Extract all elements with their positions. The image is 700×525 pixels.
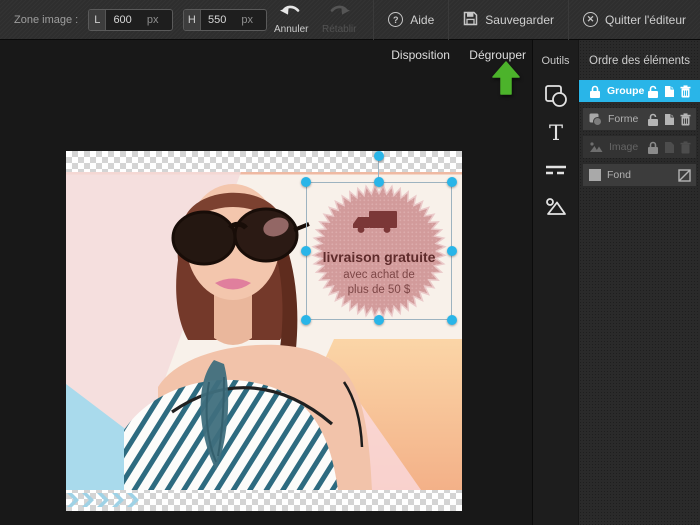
undo-button[interactable]: Annuler bbox=[267, 0, 315, 39]
svg-text:T: T bbox=[548, 121, 562, 145]
height-input[interactable]: 550 bbox=[201, 10, 241, 30]
layers-panel-title: Ordre des éléments bbox=[589, 55, 690, 67]
width-unit-label: px bbox=[146, 13, 159, 26]
selection-handle-se[interactable] bbox=[447, 315, 457, 325]
save-icon bbox=[463, 11, 478, 29]
width-field-group: L 600 px bbox=[88, 8, 173, 31]
help-icon: ? bbox=[388, 12, 404, 27]
help-button[interactable]: ? Aide bbox=[384, 0, 438, 39]
tools-title: Outils bbox=[541, 55, 570, 67]
layer-label: Image bbox=[609, 141, 639, 153]
image-tool-icon[interactable] bbox=[541, 194, 571, 220]
quit-editor-button[interactable]: ✕ Quitter l'éditeur bbox=[579, 0, 690, 39]
lines-tool-icon[interactable] bbox=[541, 157, 571, 183]
help-label: Aide bbox=[410, 12, 435, 27]
text-tool-icon[interactable]: T bbox=[541, 120, 571, 146]
close-icon: ✕ bbox=[583, 12, 598, 27]
toolbar-divider bbox=[448, 0, 450, 40]
lock-icon[interactable] bbox=[647, 141, 659, 154]
selection-handle-e[interactable] bbox=[447, 246, 457, 256]
trash-icon[interactable] bbox=[680, 140, 691, 154]
editor-main: Disposition Dégrouper livraison gratuite… bbox=[0, 40, 700, 525]
selection-handle-n[interactable] bbox=[374, 177, 384, 187]
layer-row-forme[interactable]: Forme bbox=[583, 108, 696, 130]
tools-sidebar: Outils T bbox=[532, 40, 578, 525]
transparency-icon[interactable] bbox=[678, 168, 691, 182]
duplicate-icon[interactable] bbox=[664, 85, 675, 98]
toolbar-divider bbox=[373, 0, 375, 40]
selection-handle-sw[interactable] bbox=[301, 315, 311, 325]
width-field-label: L bbox=[89, 9, 107, 30]
unlock-icon[interactable] bbox=[647, 85, 659, 98]
degrouper-button[interactable]: Dégrouper bbox=[469, 48, 526, 62]
redo-label: Rétablir bbox=[322, 24, 357, 35]
duplicate-icon[interactable] bbox=[664, 141, 675, 154]
toolbar-actions: Annuler Rétablir ? Aide Sauvegarder ✕ Qu… bbox=[267, 0, 700, 40]
top-toolbar: Zone image : L 600 px H 550 px Annuler R… bbox=[0, 0, 700, 40]
height-unit-label: px bbox=[241, 13, 254, 26]
shape-icon bbox=[589, 113, 602, 126]
toolbar-divider bbox=[568, 0, 569, 40]
width-input[interactable]: 600 bbox=[106, 10, 146, 30]
disposition-button[interactable]: Disposition bbox=[391, 48, 450, 62]
unlock-icon[interactable] bbox=[647, 113, 659, 126]
save-button[interactable]: Sauvegarder bbox=[459, 0, 558, 39]
canvas-actions-bar: Disposition Dégrouper bbox=[0, 48, 532, 62]
rotation-handle[interactable] bbox=[374, 151, 384, 161]
zone-image-label: Zone image : bbox=[14, 13, 79, 26]
save-label: Sauvegarder bbox=[485, 12, 554, 27]
green-arrow-annotation bbox=[492, 61, 520, 95]
layer-row-groupe[interactable]: Groupe bbox=[579, 80, 700, 102]
layer-label: Groupe bbox=[607, 85, 645, 97]
artboard[interactable]: livraison gratuite avec achat de plus de… bbox=[66, 151, 462, 511]
layers-panel: Ordre des éléments Groupe Forme Image Fo… bbox=[578, 40, 700, 525]
selection-handle-ne[interactable] bbox=[447, 177, 457, 187]
selection-handle-nw[interactable] bbox=[301, 177, 311, 187]
chevrons-decoration bbox=[67, 493, 139, 507]
layer-row-fond[interactable]: Fond bbox=[583, 164, 696, 186]
layer-row-image[interactable]: Image bbox=[583, 136, 696, 158]
redo-icon bbox=[328, 4, 351, 22]
selection-bounding-box[interactable] bbox=[306, 182, 452, 320]
redo-button[interactable]: Rétablir bbox=[315, 0, 363, 39]
shapes-tool-icon[interactable] bbox=[541, 83, 571, 109]
selection-handle-w[interactable] bbox=[301, 246, 311, 256]
height-field-group: H 550 px bbox=[182, 8, 268, 31]
layer-label: Forme bbox=[608, 113, 639, 125]
height-field-label: H bbox=[183, 9, 201, 30]
color-swatch bbox=[589, 169, 601, 181]
image-icon bbox=[590, 142, 603, 152]
lock-icon bbox=[590, 85, 600, 98]
selection-handle-s[interactable] bbox=[374, 315, 384, 325]
undo-icon bbox=[280, 4, 302, 22]
duplicate-icon[interactable] bbox=[664, 113, 675, 126]
layer-label: Fond bbox=[607, 169, 631, 181]
trash-icon[interactable] bbox=[680, 84, 691, 98]
undo-label: Annuler bbox=[274, 24, 309, 35]
quit-editor-label: Quitter l'éditeur bbox=[605, 12, 686, 27]
trash-icon[interactable] bbox=[680, 112, 691, 126]
